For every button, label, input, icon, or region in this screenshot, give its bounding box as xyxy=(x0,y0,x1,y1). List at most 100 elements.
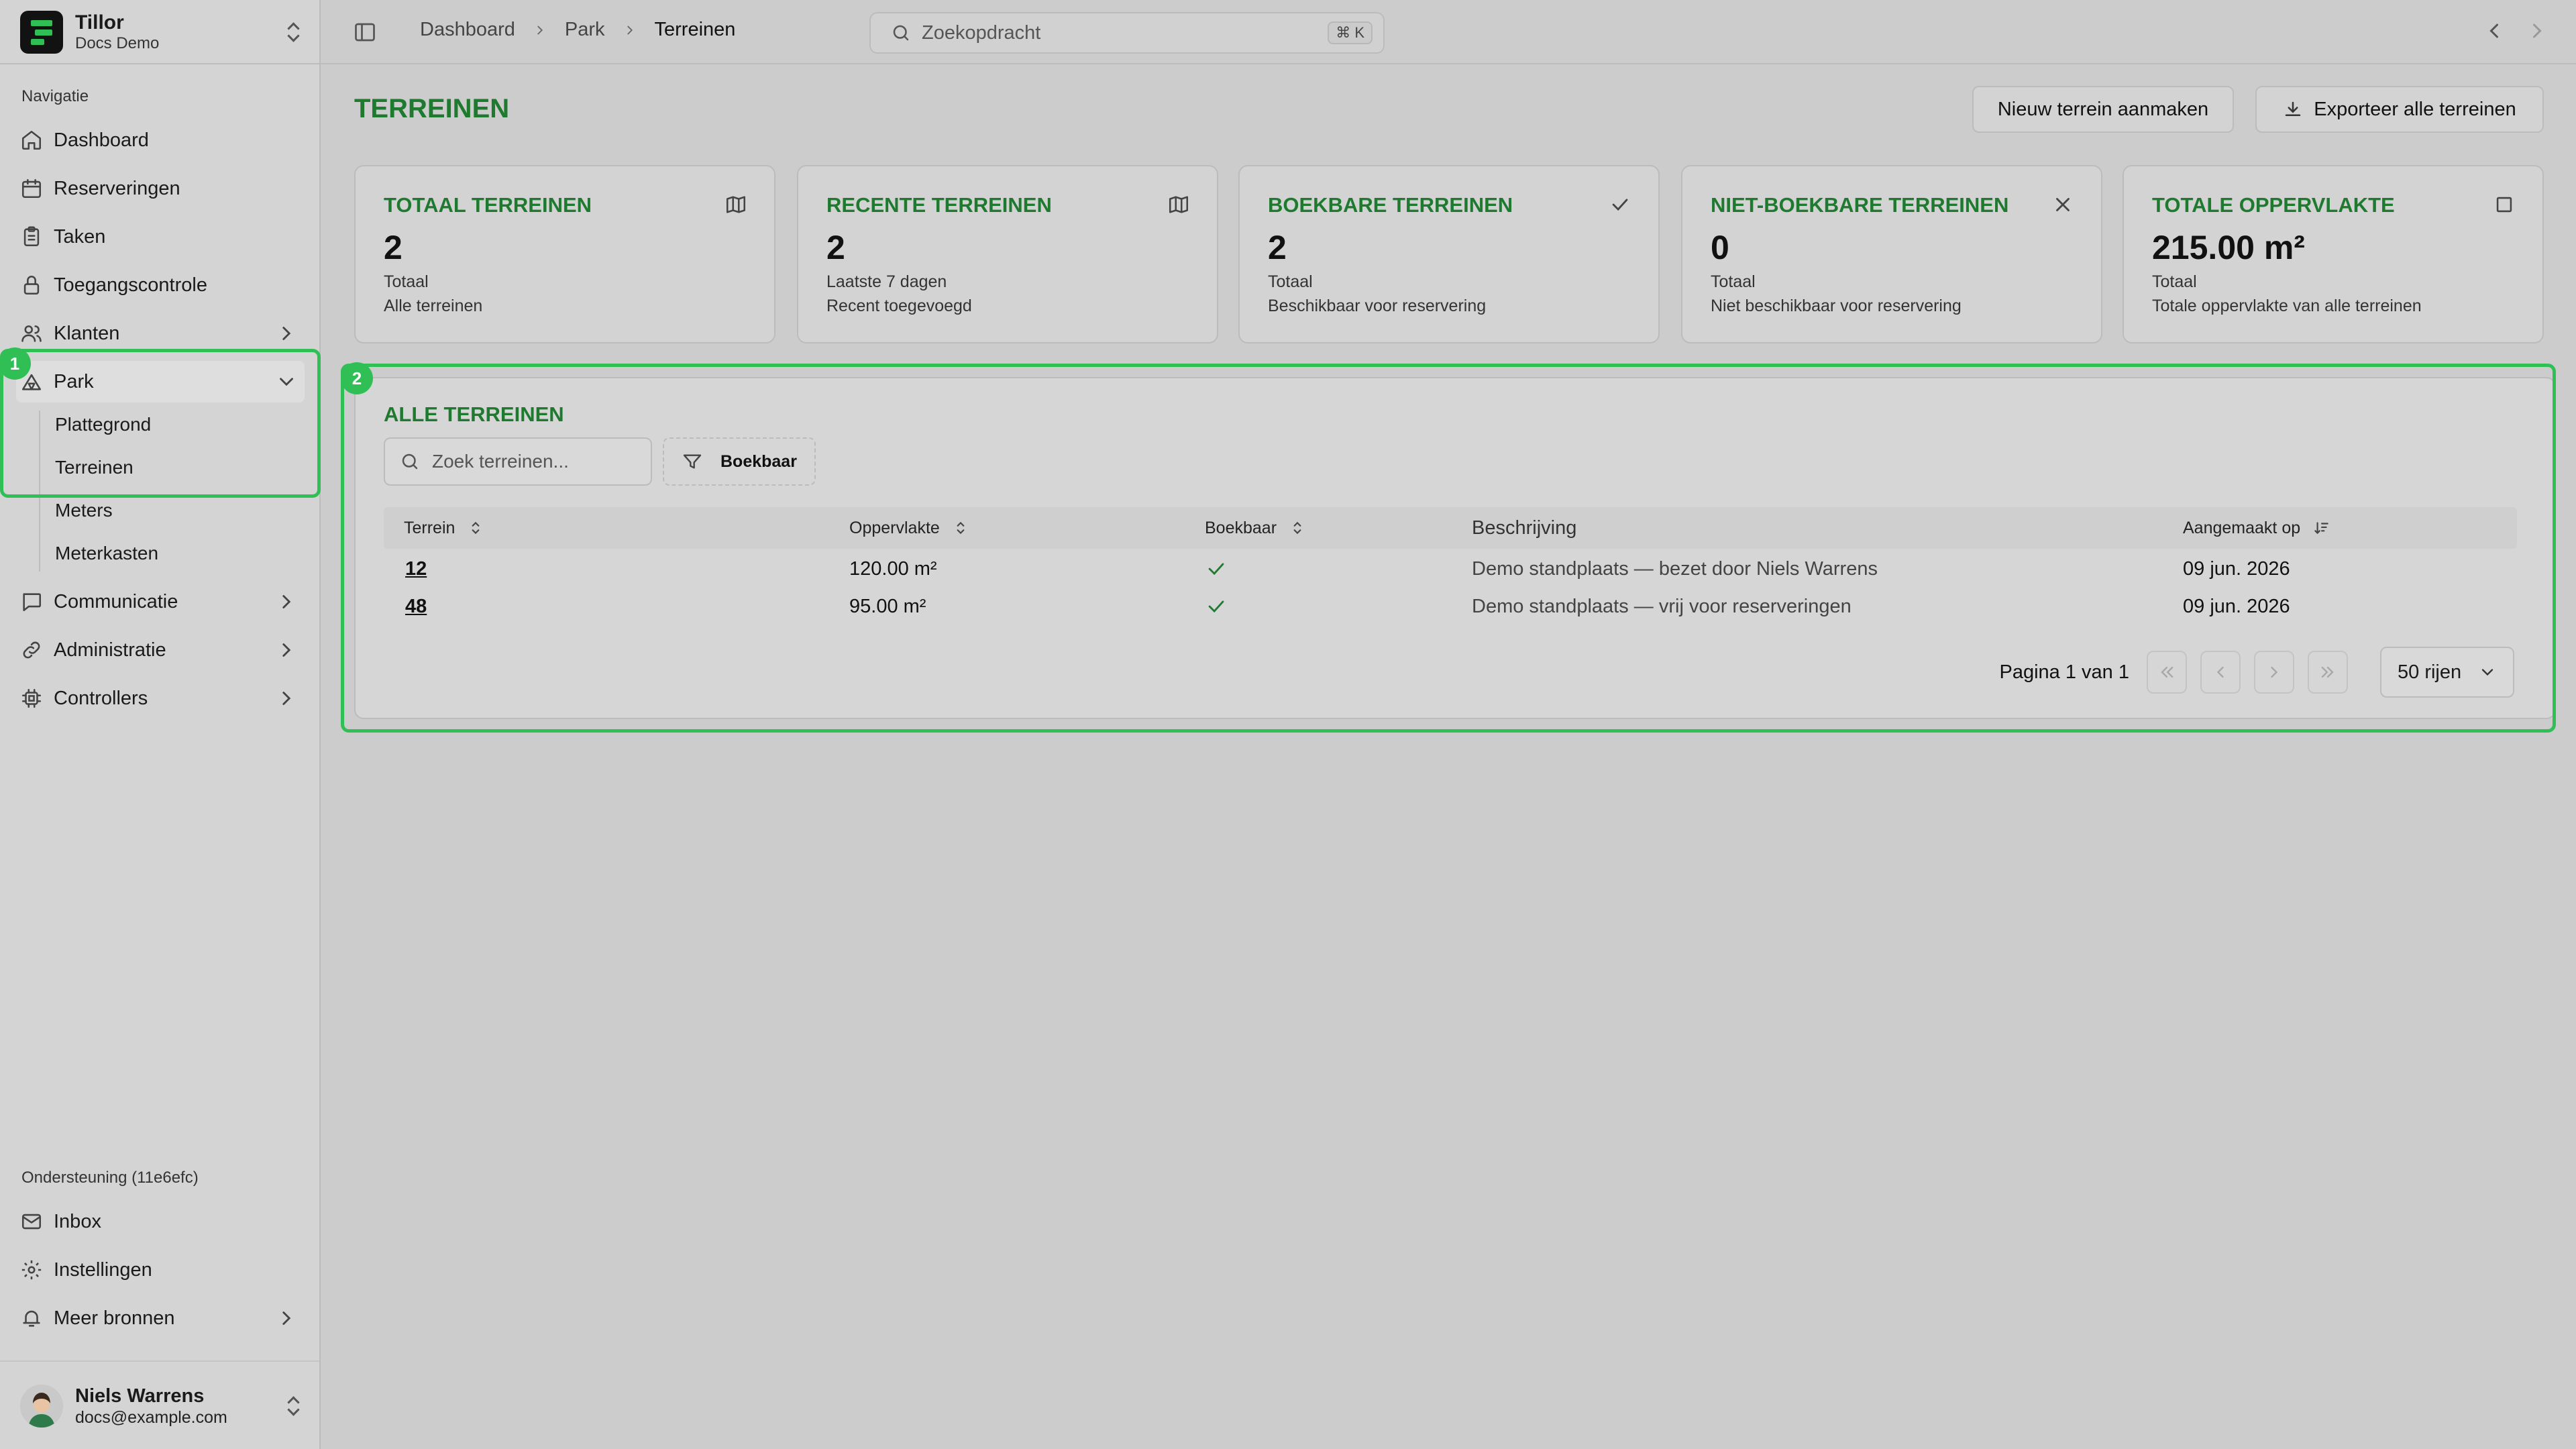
sidebar-item-dashboard[interactable]: Dashboard xyxy=(16,119,305,161)
pagination: Pagina 1 van 1 50 rijen xyxy=(2000,647,2514,698)
card-title: NIET-BOEKBARE TERREINEN xyxy=(1711,193,2009,217)
map-icon xyxy=(724,193,747,216)
sidebar-item-park[interactable]: Park xyxy=(16,361,305,402)
sort-icon xyxy=(1293,521,1301,535)
sidebar-item-toegangscontrole[interactable]: Toegangscontrole xyxy=(16,264,305,306)
first-page-button[interactable] xyxy=(2147,651,2187,694)
chevron-right-icon xyxy=(533,23,547,38)
page-title: TERREINEN xyxy=(354,94,510,123)
chevron-right-icon xyxy=(623,23,637,38)
shortcut-badge: ⌘ K xyxy=(1328,21,1373,44)
sidebar-subitem-meterkasten[interactable]: Meterkasten xyxy=(55,538,158,569)
page-indicator: Pagina 1 van 1 xyxy=(1999,661,2129,683)
column-header-aangemaakt[interactable]: Aangemaakt op xyxy=(2183,507,2330,549)
topbar: Dashboard Park Terreinen Zoekopdracht ⌘ … xyxy=(321,0,2576,64)
sidebar-item-communicatie[interactable]: Communicatie xyxy=(16,581,305,623)
export-button[interactable]: Exporteer alle terreinen xyxy=(2255,86,2544,133)
rows-per-page-select[interactable]: 50 rijen xyxy=(2380,647,2514,698)
forward-arrow-icon[interactable] xyxy=(2525,19,2549,43)
column-label: Aangemaakt op xyxy=(2183,518,2301,537)
column-header-boekbaar[interactable]: Boekbaar xyxy=(1205,507,1306,549)
card-caption: Totaal xyxy=(1711,272,1756,291)
sidebar-toggle-icon[interactable] xyxy=(353,20,377,44)
highlight-badge-2: 2 xyxy=(341,362,373,394)
workspace-switcher[interactable]: Tillor Docs Demo xyxy=(20,9,302,55)
terrain-link[interactable]: 12 xyxy=(405,550,427,588)
terrains-table-panel: ALLE TERREINEN Zoek terreinen... Boekbaa… xyxy=(354,377,2556,719)
card-title: RECENTE TERREINEN xyxy=(826,193,1052,217)
column-label: Oppervlakte xyxy=(849,518,940,537)
chip-icon xyxy=(20,687,43,710)
prev-page-button[interactable] xyxy=(2200,651,2241,694)
user-menu[interactable]: Niels Warrens docs@example.com xyxy=(20,1378,302,1434)
check-icon xyxy=(1609,193,1631,216)
sort-icon xyxy=(472,521,480,535)
chevron-right-icon xyxy=(2271,666,2278,678)
last-page-button[interactable] xyxy=(2308,651,2348,694)
sidebar-item-label: Klanten xyxy=(54,322,120,344)
new-terrain-button[interactable]: Nieuw terrein aanmaken xyxy=(1972,86,2234,133)
divider xyxy=(0,1360,319,1362)
stat-card-boekbaar: BOEKBARE TERREINEN 2 Totaal Beschikbaar … xyxy=(1238,165,1660,343)
sidebar-item-meer-bronnen[interactable]: Meer bronnen xyxy=(16,1297,305,1339)
sidebar-subitem-terreinen[interactable]: Terreinen xyxy=(55,452,133,483)
filter-label: Boekbaar xyxy=(720,451,797,471)
card-value: 215.00 m² xyxy=(2152,229,2305,266)
column-header-oppervlakte[interactable]: Oppervlakte xyxy=(849,507,969,549)
sidebar-subitem-plattegrond[interactable]: Plattegrond xyxy=(55,409,151,440)
terrain-search-input[interactable]: Zoek terreinen... xyxy=(384,437,652,486)
breadcrumb-dashboard[interactable]: Dashboard xyxy=(420,19,515,41)
nav-group-label: Navigatie xyxy=(21,87,89,105)
column-header-beschrijving: Beschrijving xyxy=(1472,507,1576,549)
sidebar-item-inbox[interactable]: Inbox xyxy=(16,1201,305,1242)
stat-card-recent: RECENTE TERREINEN 2 Laatste 7 dagen Rece… xyxy=(797,165,1218,343)
card-description: Totale oppervlakte van alle terreinen xyxy=(2152,297,2422,315)
chevron-left-icon xyxy=(2216,666,2224,678)
chevron-right-icon xyxy=(275,322,298,345)
cell-aangemaakt: 09 jun. 2026 xyxy=(2183,595,2290,617)
sort-icon xyxy=(957,521,965,535)
cell-beschrijving: Demo standplaats — vrij voor reservering… xyxy=(1472,595,1851,617)
next-page-button[interactable] xyxy=(2254,651,2294,694)
sidebar-subitem-meters[interactable]: Meters xyxy=(55,495,113,526)
sidebar-item-reserveringen[interactable]: Reserveringen xyxy=(16,168,305,209)
search-placeholder: Zoek terreinen... xyxy=(432,451,569,472)
message-icon xyxy=(20,590,43,613)
card-caption: Totaal xyxy=(1268,272,1313,291)
chevrons-up-down-icon xyxy=(284,1394,302,1418)
sidebar-item-klanten[interactable]: Klanten xyxy=(16,313,305,354)
card-description: Alle terreinen xyxy=(384,297,483,315)
breadcrumb-terreinen: Terreinen xyxy=(654,19,736,40)
column-header-terrein[interactable]: Terrein xyxy=(404,507,484,549)
table-row: 48 95.00 m² Demo standplaats — vrij voor… xyxy=(384,588,2517,625)
column-label: Boekbaar xyxy=(1205,518,1277,537)
inbox-icon xyxy=(20,1210,43,1233)
clipboard-icon xyxy=(20,225,43,248)
sidebar-item-administratie[interactable]: Administratie xyxy=(16,629,305,671)
sidebar-item-label: Taken xyxy=(54,225,106,248)
chevron-right-icon xyxy=(275,1307,298,1330)
back-arrow-icon[interactable] xyxy=(2482,19,2506,43)
support-group-label: Ondersteuning (11e6efc) xyxy=(21,1169,199,1187)
check-icon xyxy=(1208,563,1224,576)
stat-card-niet-boekbaar: NIET-BOEKBARE TERREINEN 0 Totaal Niet be… xyxy=(1681,165,2102,343)
user-name: Niels Warrens xyxy=(75,1385,205,1407)
cell-boekbaar xyxy=(1205,550,1228,588)
sidebar-item-instellingen[interactable]: Instellingen xyxy=(16,1249,305,1291)
command-search[interactable]: Zoekopdracht ⌘ K xyxy=(869,12,1385,54)
close-icon xyxy=(2051,193,2074,216)
terrain-link[interactable]: 48 xyxy=(405,588,427,625)
cell-boekbaar xyxy=(1205,588,1228,625)
breadcrumb-park[interactable]: Park xyxy=(565,19,605,41)
sidebar-item-taken[interactable]: Taken xyxy=(16,216,305,258)
chevrons-up-down-icon xyxy=(284,20,302,44)
history-nav xyxy=(2482,19,2549,43)
sidebar-item-label: Instellingen xyxy=(54,1258,152,1281)
search-icon xyxy=(891,23,911,43)
card-value: 2 xyxy=(826,229,845,266)
highlight-badge-1: 1 xyxy=(0,347,31,380)
table-header: Terrein Oppervlakte Boekbaar Beschrijvin… xyxy=(384,507,2517,549)
search-icon xyxy=(402,453,418,470)
boekbaar-filter-button[interactable]: Boekbaar xyxy=(663,437,816,486)
sidebar-item-controllers[interactable]: Controllers xyxy=(16,678,305,719)
